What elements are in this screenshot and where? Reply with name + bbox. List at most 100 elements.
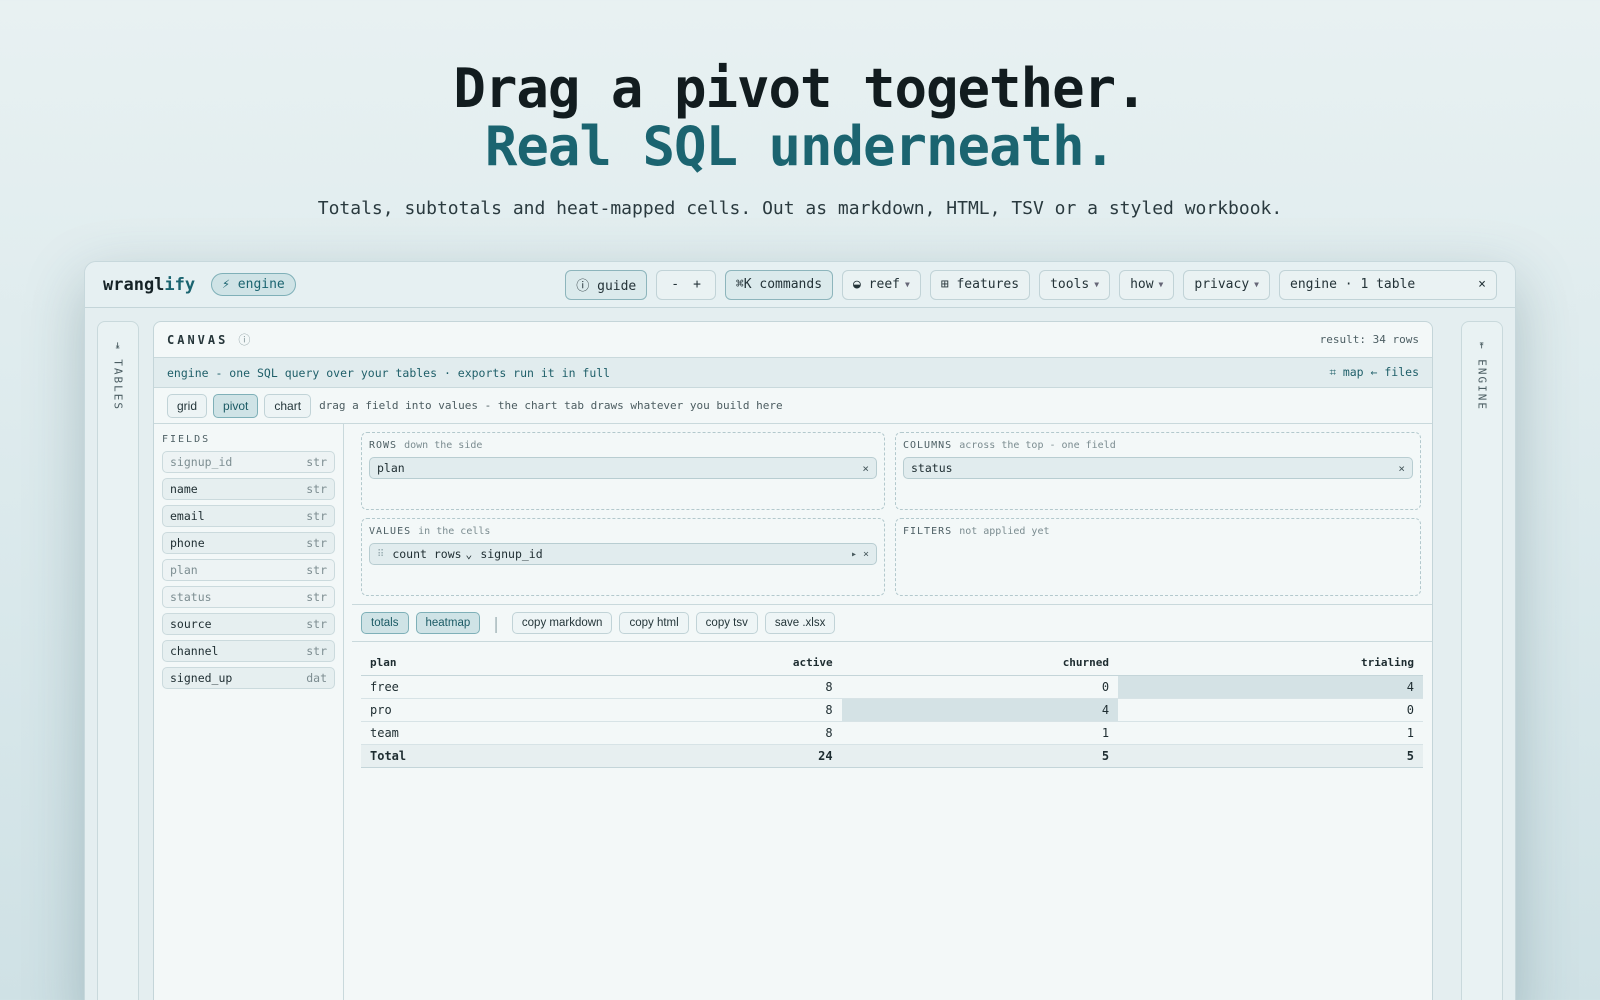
column-header[interactable]: active <box>593 650 842 676</box>
canvas-panel: CANVAS ⓘ result: 34 rows engine - one SQ… <box>153 321 1433 1000</box>
column-header[interactable]: churned <box>841 650 1119 676</box>
close-icon[interactable]: × <box>1478 277 1486 292</box>
banner-links[interactable]: ⌗ map ← files <box>1329 365 1419 380</box>
columns-zone-label: COLUMNS <box>903 440 953 451</box>
pivot-workspace: ROWS down the side plan × COLUMNS across… <box>352 424 1432 1000</box>
fields-panel: FIELDS signup_id str name str email str phone s… <box>154 424 344 1000</box>
field-name: source <box>170 617 212 631</box>
privacy-dropdown[interactable]: privacy ▼ <box>1183 269 1270 300</box>
field-item[interactable]: channel str <box>162 640 335 662</box>
zoom-in-button[interactable]: + <box>693 277 701 292</box>
pivot-toolbar: totals heatmap | copy markdown copy html… <box>352 604 1432 642</box>
features-button[interactable]: ⊞ features <box>929 269 1031 300</box>
pivot-cell: 0 <box>1118 698 1423 722</box>
guide-button[interactable]: ⓘ guide <box>565 269 648 300</box>
columns-chip[interactable]: status × <box>903 457 1413 479</box>
field-item[interactable]: signed_up dat <box>162 667 335 689</box>
pivot-cell: 8 <box>593 675 842 699</box>
theme-dropdown[interactable]: ◒ reef ▼ <box>842 269 921 300</box>
hero-subtitle: Totals, subtotals and heat-mapped cells.… <box>317 198 1283 219</box>
values-zone[interactable]: VALUES in the cells ⠿ count rows ⌄ signup… <box>361 518 885 596</box>
engine-banner: engine - one SQL query over your tables … <box>154 358 1432 388</box>
column-header[interactable]: plan <box>361 650 594 676</box>
chevron-down-icon: ▼ <box>1094 280 1100 289</box>
filters-zone-label: FILTERS <box>903 526 953 537</box>
tab-grid[interactable]: grid <box>167 393 208 418</box>
totals-toggle[interactable]: totals <box>361 612 409 634</box>
field-item[interactable]: name str <box>162 478 335 500</box>
engine-rail[interactable]: ⇤ ENGINE <box>1461 321 1503 1000</box>
canvas-title: CANVAS ⓘ <box>167 331 251 348</box>
field-type: str <box>306 536 327 550</box>
total-cell: 5 <box>1118 744 1423 768</box>
columns-zone[interactable]: COLUMNS across the top - one field statu… <box>895 432 1421 510</box>
tables-rail-label: ⇥ TABLES <box>111 342 125 411</box>
close-icon[interactable]: × <box>863 549 869 560</box>
pivot-cell: 4 <box>1118 675 1423 699</box>
pivot-header-row: plan active churned trialing <box>361 650 1423 676</box>
rows-zone[interactable]: ROWS down the side plan × <box>361 432 885 510</box>
pivot-cell: 8 <box>593 698 842 722</box>
filters-zone[interactable]: FILTERS not applied yet <box>895 518 1421 596</box>
aggregate-select[interactable]: count rows ⌄ <box>392 547 472 561</box>
tools-dropdown[interactable]: tools ▼ <box>1039 269 1111 300</box>
rows-chip[interactable]: plan × <box>369 457 877 479</box>
table-row: team 8 1 1 <box>361 721 1423 745</box>
table-row: free 8 0 4 <box>361 675 1423 699</box>
hero: Drag a pivot together. Real SQL undernea… <box>0 60 1600 220</box>
field-item[interactable]: email str <box>162 505 335 527</box>
tab-pivot[interactable]: pivot <box>213 393 259 418</box>
field-type: dat <box>306 671 327 685</box>
copy-tsv-button[interactable]: copy tsv <box>695 612 758 634</box>
total-cell: 5 <box>841 744 1119 768</box>
pivot-cell: 1 <box>1118 721 1423 745</box>
field-item[interactable]: plan str <box>162 559 335 581</box>
how-dropdown[interactable]: how ▼ <box>1119 269 1175 300</box>
pivot-cell: 1 <box>841 721 1119 745</box>
values-field-label: signup_id <box>480 547 543 561</box>
engine-status: engine · 1 table × <box>1279 269 1497 300</box>
copy-markdown-button[interactable]: copy markdown <box>511 612 613 634</box>
row-label: team <box>361 721 594 745</box>
brand-logo[interactable]: wranglify <box>103 275 195 295</box>
field-item[interactable]: phone str <box>162 532 335 554</box>
result-count: result: 34 rows <box>1319 333 1419 346</box>
field-type: str <box>306 509 327 523</box>
field-item[interactable]: status str <box>162 586 335 608</box>
heatmap-toggle[interactable]: heatmap <box>415 612 481 634</box>
drag-handle-icon[interactable]: ⠿ <box>377 549 384 560</box>
info-icon[interactable]: ⓘ <box>238 331 250 348</box>
field-item[interactable]: signup_id str <box>162 451 335 473</box>
column-header[interactable]: trialing <box>1118 650 1423 676</box>
field-name: name <box>170 482 198 496</box>
field-name: channel <box>170 644 219 658</box>
field-name: status <box>170 590 212 604</box>
pivot-table: plan active churned trialing free 8 0 4 pro 8… <box>361 650 1423 768</box>
engine-banner-text: engine - one SQL query over your tables … <box>167 365 611 380</box>
zoom-out-button[interactable]: - <box>671 277 679 292</box>
close-icon[interactable]: × <box>1398 462 1405 475</box>
tables-rail[interactable]: ⇥ TABLES <box>97 321 139 1000</box>
fields-label: FIELDS <box>162 434 211 445</box>
field-name: phone <box>170 536 205 550</box>
engine-badge[interactable]: ⚡ engine <box>211 273 296 296</box>
field-item[interactable]: source str <box>162 613 335 635</box>
engine-status-label: engine · 1 table <box>1290 277 1416 292</box>
field-name: plan <box>170 563 198 577</box>
copy-html-button[interactable]: copy html <box>619 612 689 634</box>
pivot-cell: 0 <box>841 675 1119 699</box>
field-type: str <box>306 563 327 577</box>
zoom-control: - + <box>656 269 716 300</box>
total-cell: 24 <box>593 744 842 768</box>
row-label: pro <box>361 698 594 722</box>
commands-button[interactable]: ⌘K commands <box>724 269 834 300</box>
tab-chart[interactable]: chart <box>264 393 312 418</box>
table-row: pro 8 4 0 <box>361 698 1423 722</box>
field-type: str <box>306 644 327 658</box>
expand-icon[interactable]: ▸ <box>851 549 857 560</box>
save-xlsx-button[interactable]: save .xlsx <box>764 612 836 634</box>
values-chip[interactable]: ⠿ count rows ⌄ signup_id ▸ × <box>369 543 877 565</box>
canvas-header: CANVAS ⓘ result: 34 rows <box>154 322 1432 358</box>
columns-chip-label: status <box>911 461 953 475</box>
close-icon[interactable]: × <box>862 462 869 475</box>
